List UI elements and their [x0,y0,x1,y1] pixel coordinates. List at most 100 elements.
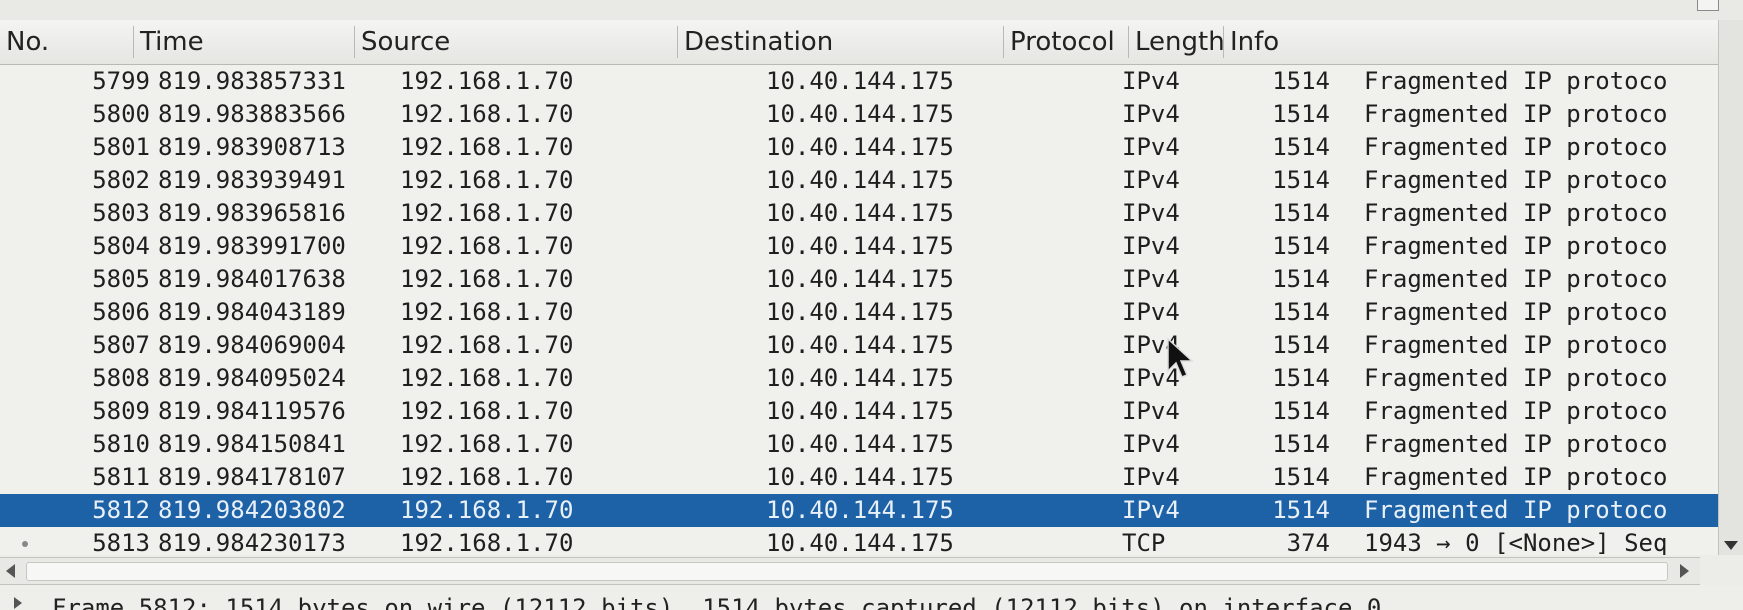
packet-info: Fragmented IP protoco [1364,298,1668,326]
packet-protocol: IPv4 [1122,133,1180,161]
packet-time: 819.984017638 [158,265,346,293]
packet-row[interactable]: 5813 819.984230173 192.168.1.70 10.40.14… [0,527,1718,555]
column-header-info[interactable]: Info [1224,20,1718,64]
packet-no: 5813 [92,529,150,555]
packet-source: 192.168.1.70 [400,67,574,95]
packet-no: 5812 [92,496,150,524]
packet-length: 1514 [1272,331,1330,359]
packet-time: 819.983991700 [158,232,346,260]
packet-row[interactable]: 5811 819.984178107 192.168.1.70 10.40.14… [0,461,1718,494]
packet-row[interactable]: 5799 819.983857331 192.168.1.70 10.40.14… [0,65,1718,98]
packet-no: 5807 [92,331,150,359]
scroll-left-icon[interactable] [6,564,15,578]
packet-time: 819.984203802 [158,496,346,524]
packet-no: 5806 [92,298,150,326]
packet-row[interactable]: 5810 819.984150841 192.168.1.70 10.40.14… [0,428,1718,461]
packet-no: 5800 [92,100,150,128]
packet-row[interactable]: 5803 819.983965816 192.168.1.70 10.40.14… [0,197,1718,230]
packet-info: Fragmented IP protoco [1364,232,1668,260]
vertical-scrollbar[interactable] [1718,20,1743,555]
packet-protocol: IPv4 [1122,265,1180,293]
packet-length: 1514 [1272,232,1330,260]
packet-length: 1514 [1272,67,1330,95]
packet-destination: 10.40.144.175 [766,199,954,227]
scroll-down-icon[interactable] [1724,541,1738,550]
packet-source: 192.168.1.70 [400,463,574,491]
packet-protocol: IPv4 [1122,298,1180,326]
scroll-right-icon[interactable] [1680,564,1689,578]
packet-source: 192.168.1.70 [400,496,574,524]
packet-source: 192.168.1.70 [400,265,574,293]
column-header-length[interactable]: Length [1129,20,1225,64]
packet-row[interactable]: 5809 819.984119576 192.168.1.70 10.40.14… [0,395,1718,428]
scrollbar-corner [1697,0,1719,11]
packet-destination: 10.40.144.175 [766,166,954,194]
packet-destination: 10.40.144.175 [766,265,954,293]
packet-no: 5810 [92,430,150,458]
packet-length: 1514 [1272,298,1330,326]
horizontal-scroll-thumb[interactable] [26,562,1668,581]
packet-protocol: IPv4 [1122,166,1180,194]
packet-row[interactable]: 5808 819.984095024 192.168.1.70 10.40.14… [0,362,1718,395]
packet-no: 5808 [92,364,150,392]
column-header-source[interactable]: Source [355,20,677,64]
packet-destination: 10.40.144.175 [766,463,954,491]
packet-no: 5805 [92,265,150,293]
packet-row[interactable]: 5806 819.984043189 192.168.1.70 10.40.14… [0,296,1718,329]
column-header-no[interactable]: No. [0,20,133,64]
packet-source: 192.168.1.70 [400,100,574,128]
packet-list-header: No. Time Source Destination Protocol Len… [0,20,1718,65]
expand-arrow-icon[interactable] [14,597,22,609]
packet-destination: 10.40.144.175 [766,397,954,425]
packet-row-selected[interactable]: 5812 819.984203802 192.168.1.70 10.40.14… [0,494,1718,527]
packet-row[interactable]: 5804 819.983991700 192.168.1.70 10.40.14… [0,230,1718,263]
packet-info: Fragmented IP protoco [1364,331,1668,359]
packet-time: 819.983857331 [158,67,346,95]
column-header-protocol[interactable]: Protocol [1004,20,1128,64]
packet-time: 819.984095024 [158,364,346,392]
column-header-time[interactable]: Time [134,20,354,64]
packet-destination: 10.40.144.175 [766,364,954,392]
packet-source: 192.168.1.70 [400,430,574,458]
packet-row[interactable]: 5801 819.983908713 192.168.1.70 10.40.14… [0,131,1718,164]
packet-row[interactable]: 5800 819.983883566 192.168.1.70 10.40.14… [0,98,1718,131]
packet-protocol: TCP [1122,529,1166,555]
packet-time: 819.983883566 [158,100,346,128]
packet-row[interactable]: 5802 819.983939491 192.168.1.70 10.40.14… [0,164,1718,197]
packet-no: 5809 [92,397,150,425]
horizontal-scrollbar[interactable] [0,557,1700,585]
column-header-destination[interactable]: Destination [678,20,1003,64]
packet-info: Fragmented IP protoco [1364,133,1668,161]
packet-length: 1514 [1272,364,1330,392]
packet-destination: 10.40.144.175 [766,496,954,524]
packet-info: Fragmented IP protoco [1364,166,1668,194]
packet-info: Fragmented IP protoco [1364,430,1668,458]
packet-protocol: IPv4 [1122,100,1180,128]
packet-time: 819.984119576 [158,397,346,425]
packet-no: 5799 [92,67,150,95]
related-packet-marker-icon [22,541,28,547]
packet-time: 819.983965816 [158,199,346,227]
packet-row[interactable]: 5807 819.984069004 192.168.1.70 10.40.14… [0,329,1718,362]
packet-destination: 10.40.144.175 [766,298,954,326]
packet-source: 192.168.1.70 [400,166,574,194]
packet-source: 192.168.1.70 [400,529,574,555]
packet-destination: 10.40.144.175 [766,133,954,161]
packet-info: 1943 → 0 [<None>] Seq [1364,529,1668,555]
packet-length: 1514 [1272,166,1330,194]
packet-info: Fragmented IP protoco [1364,199,1668,227]
packet-destination: 10.40.144.175 [766,331,954,359]
packet-source: 192.168.1.70 [400,364,574,392]
packet-no: 5811 [92,463,150,491]
packet-length: 374 [1286,529,1330,555]
frame-summary[interactable]: Frame 5812: 1514 bytes on wire (12112 bi… [52,594,1381,610]
mouse-pointer-icon [1167,337,1194,378]
packet-info: Fragmented IP protoco [1364,463,1668,491]
packet-info: Fragmented IP protoco [1364,496,1668,524]
packet-no: 5804 [92,232,150,260]
packet-row[interactable]: 5805 819.984017638 192.168.1.70 10.40.14… [0,263,1718,296]
packet-list-window: No. Time Source Destination Protocol Len… [0,0,1743,610]
packet-length: 1514 [1272,463,1330,491]
packet-list: 5799 819.983857331 192.168.1.70 10.40.14… [0,65,1718,555]
packet-length: 1514 [1272,199,1330,227]
